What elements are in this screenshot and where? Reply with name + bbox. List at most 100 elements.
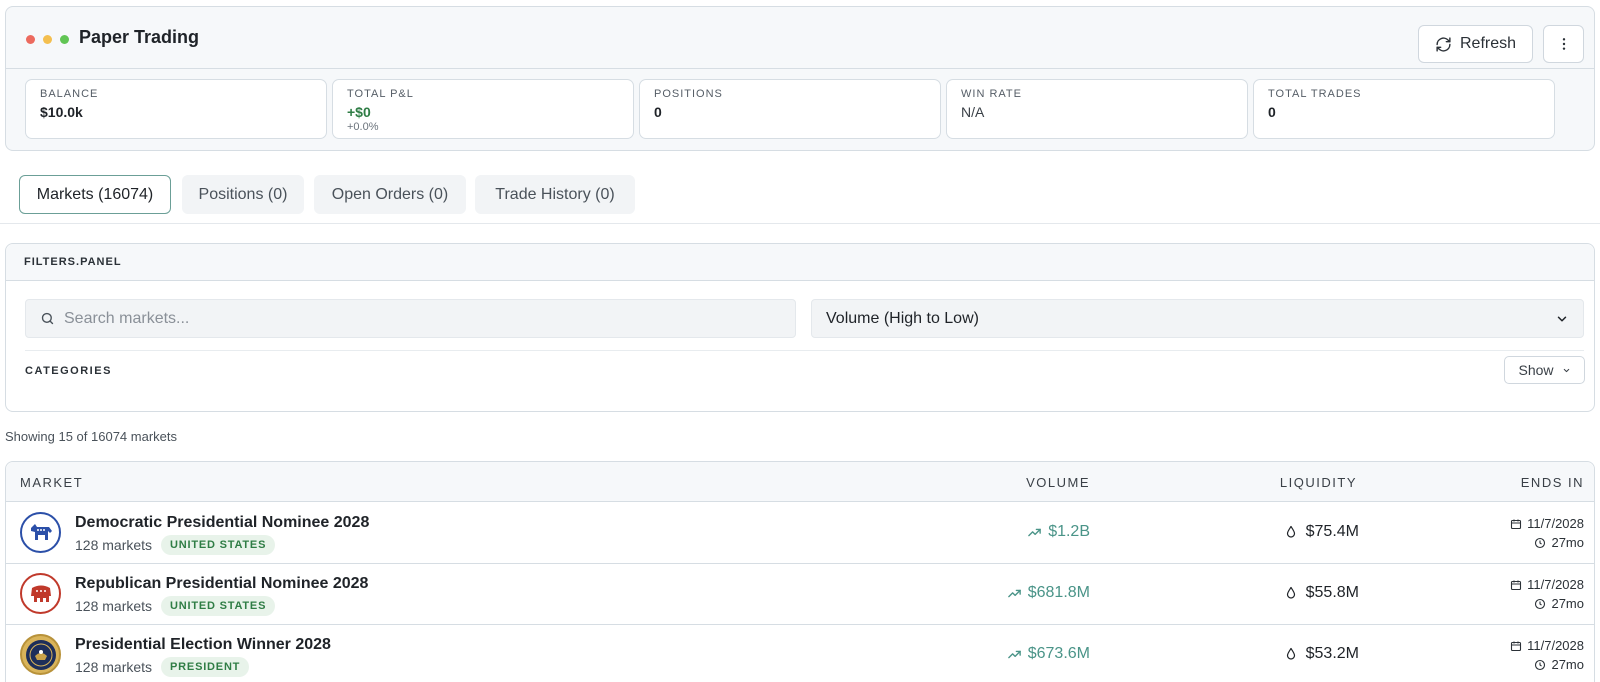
- tab-positions[interactable]: Positions (0): [182, 175, 304, 214]
- refresh-icon: [1436, 36, 1451, 52]
- market-ends: 11/7/2028 27mo: [1510, 636, 1584, 674]
- category-badge: PRESIDENT: [161, 657, 250, 677]
- market-count: 128 markets: [75, 659, 153, 675]
- tab-trade-history[interactable]: Trade History (0): [475, 175, 635, 214]
- header-card: Paper Trading Refresh BALANCE $10.0k TOT…: [5, 6, 1595, 151]
- chevron-down-icon: [1563, 368, 1569, 372]
- refresh-label: Refresh: [1459, 35, 1517, 52]
- stat-value: 0: [654, 104, 662, 120]
- market-meta: 128 markets UNITED STATES: [75, 596, 276, 616]
- volume-value: $673.6M: [1027, 645, 1090, 662]
- more-vertical-icon: [1562, 38, 1565, 50]
- droplet-icon: [1286, 647, 1295, 660]
- calendar-icon: [1511, 641, 1522, 651]
- stat-win-rate: WIN RATE N/A: [946, 79, 1248, 139]
- app-title: Paper Trading: [79, 27, 200, 47]
- liquidity-value: $75.4M: [1305, 523, 1359, 540]
- stat-balance: BALANCE $10.0k: [25, 79, 327, 139]
- liquidity-value: $55.8M: [1305, 584, 1359, 601]
- category-badge: UNITED STATES: [161, 596, 276, 616]
- refresh-button[interactable]: Refresh: [1418, 25, 1533, 63]
- clock-icon: [1535, 537, 1546, 548]
- market-volume: $1.2B: [1027, 523, 1090, 541]
- stat-total-trades: TOTAL TRADES 0: [1253, 79, 1555, 139]
- droplet-icon: [1286, 525, 1295, 538]
- time-left: 27mo: [1551, 596, 1584, 611]
- stat-positions: POSITIONS 0: [639, 79, 941, 139]
- democrat-donkey-icon: [20, 512, 61, 553]
- end-date: 11/7/2028: [1527, 577, 1584, 592]
- market-title[interactable]: Presidential Election Winner 2028: [75, 636, 331, 654]
- filters-title: FILTERS.PANEL: [6, 244, 1594, 281]
- trending-up-icon: [1028, 528, 1041, 536]
- table-row[interactable]: Democratic Presidential Nominee 2028 128…: [6, 502, 1594, 564]
- table-row[interactable]: Republican Presidential Nominee 2028 128…: [6, 563, 1594, 625]
- stat-label: TOTAL P&L: [347, 88, 414, 100]
- maximize-dot[interactable]: [60, 35, 69, 44]
- tab-markets[interactable]: Markets (16074): [19, 175, 171, 214]
- show-categories-button[interactable]: Show: [1504, 356, 1585, 384]
- end-date: 11/7/2028: [1527, 638, 1584, 653]
- stat-sub: +0.0%: [347, 121, 379, 133]
- search-icon: [41, 312, 54, 325]
- tab-open-orders[interactable]: Open Orders (0): [314, 175, 466, 214]
- time-left: 27mo: [1551, 657, 1584, 672]
- market-title[interactable]: Democratic Presidential Nominee 2028: [75, 514, 369, 532]
- sort-select[interactable]: Volume (High to Low): [811, 299, 1584, 338]
- show-label: Show: [1518, 362, 1554, 378]
- filters-divider: [25, 350, 1584, 351]
- stat-label: BALANCE: [40, 88, 99, 100]
- tabs-divider: [0, 223, 1600, 224]
- end-date: 11/7/2028: [1527, 516, 1584, 531]
- liquidity-value: $53.2M: [1305, 645, 1359, 662]
- calendar-icon: [1511, 580, 1522, 590]
- market-count: 128 markets: [75, 598, 153, 614]
- stat-value: N/A: [961, 104, 985, 120]
- table-header: MARKET VOLUME LIQUIDITY ENDS IN: [6, 462, 1594, 502]
- stat-value: +$0: [347, 104, 371, 120]
- category-badge: UNITED STATES: [161, 535, 276, 555]
- categories-label: CATEGORIES: [25, 365, 112, 377]
- stat-value: 0: [1268, 104, 1276, 120]
- market-liquidity: $53.2M: [1285, 645, 1359, 663]
- table-row[interactable]: Presidential Election Winner 2028 128 ma…: [6, 624, 1594, 682]
- header-volume[interactable]: VOLUME: [1026, 475, 1090, 490]
- results-count: Showing 15 of 16074 markets: [5, 429, 177, 444]
- filters-panel: FILTERS.PANEL Volume (High to Low) CATEG…: [5, 243, 1595, 412]
- time-left: 27mo: [1551, 535, 1584, 550]
- minimize-dot[interactable]: [43, 35, 52, 44]
- market-title[interactable]: Republican Presidential Nominee 2028: [75, 575, 368, 593]
- stat-label: POSITIONS: [654, 88, 723, 100]
- header-liquidity[interactable]: LIQUIDITY: [1280, 475, 1357, 490]
- markets-table: MARKET VOLUME LIQUIDITY ENDS IN Democrat…: [5, 461, 1595, 682]
- presidential-seal-icon: [20, 634, 61, 675]
- market-liquidity: $75.4M: [1285, 523, 1359, 541]
- stat-value: $10.0k: [40, 104, 83, 120]
- window-controls: [26, 35, 69, 44]
- stat-label: TOTAL TRADES: [1268, 88, 1362, 100]
- droplet-icon: [1286, 586, 1295, 599]
- market-count: 128 markets: [75, 537, 153, 553]
- market-meta: 128 markets UNITED STATES: [75, 535, 276, 555]
- header-ends-in[interactable]: ENDS IN: [1521, 475, 1584, 490]
- search-input[interactable]: [64, 309, 764, 328]
- market-liquidity: $55.8M: [1285, 584, 1359, 602]
- sort-select-value: Volume (High to Low): [826, 309, 979, 327]
- clock-icon: [1535, 659, 1546, 670]
- header-market[interactable]: MARKET: [20, 475, 83, 490]
- market-volume: $673.6M: [1007, 645, 1090, 663]
- clock-icon: [1535, 598, 1546, 609]
- market-meta: 128 markets PRESIDENT: [75, 657, 250, 677]
- stat-label: WIN RATE: [961, 88, 1022, 100]
- close-dot[interactable]: [26, 35, 35, 44]
- trending-up-icon: [1007, 589, 1021, 597]
- volume-value: $681.8M: [1027, 584, 1090, 601]
- trending-up-icon: [1007, 650, 1021, 658]
- chevron-down-icon: [1557, 315, 1567, 322]
- market-volume: $681.8M: [1007, 584, 1090, 602]
- volume-value: $1.2B: [1048, 523, 1090, 540]
- search-box[interactable]: [25, 299, 796, 338]
- more-options-button[interactable]: [1543, 25, 1584, 63]
- stat-total-pnl: TOTAL P&L +$0 +0.0%: [332, 79, 634, 139]
- republican-elephant-icon: [20, 573, 61, 614]
